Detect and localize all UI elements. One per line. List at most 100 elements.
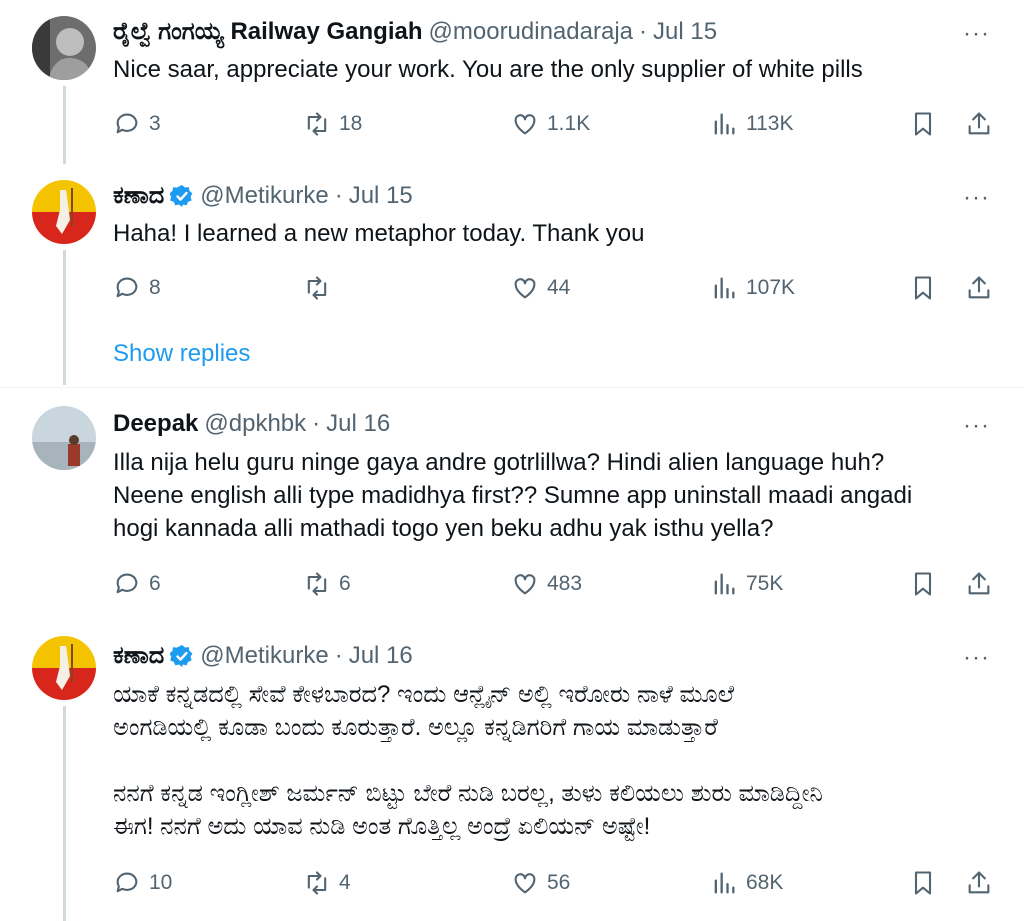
tweet-text: Illa nija helu guru ninge gaya andre got… — [113, 449, 913, 542]
reply-button[interactable]: 6 — [113, 568, 161, 600]
bookmark-icon — [914, 871, 932, 895]
separator: · — [334, 642, 343, 669]
share-icon — [968, 112, 990, 135]
views-icon — [714, 872, 735, 894]
views-button[interactable]: 107K — [710, 272, 795, 304]
user-handle[interactable]: @dpkhbk — [204, 410, 306, 438]
avatar[interactable] — [32, 406, 96, 470]
display-name[interactable]: ಕಣಾದ — [113, 642, 164, 670]
tweet-date[interactable]: Jul 16 — [326, 410, 390, 438]
like-count: 56 — [547, 871, 571, 894]
display-name[interactable]: ಕಣಾದ — [113, 182, 164, 210]
thread-line — [63, 250, 66, 385]
reply-button[interactable]: 8 — [113, 272, 161, 304]
tweet[interactable]: Deepak @dpkhbk · Jul 16 ··· Illa nija he… — [0, 388, 1024, 620]
tweet[interactable]: ಕಣಾದ @Metikurke · Jul 16 ··· ಯಾಕೆ ಕನ್ನಡದ… — [0, 620, 1024, 921]
bookmark-button[interactable] — [909, 272, 937, 304]
show-replies-link[interactable]: Show replies — [113, 340, 250, 368]
tweet[interactable]: ರೈಲ್ವೆ ಗಂಗಯ್ಯ Railway Gangiah @moorudina… — [0, 0, 1024, 164]
share-icon — [968, 276, 990, 299]
bookmark-button[interactable] — [909, 108, 937, 140]
verified-badge-icon — [170, 645, 193, 667]
views-button[interactable]: 113K — [710, 108, 794, 140]
reply-count: 10 — [149, 871, 173, 894]
tweet-text: ಯಾಕೆ ಕನ್ನಡದಲ್ಲಿ ಸೇವೆ ಕೇಳಬಾರದ? ಇಂದು ಆನ್ಲೈ… — [113, 681, 823, 840]
views-count: 107K — [746, 276, 796, 299]
retweet-icon — [307, 871, 327, 895]
separator: · — [334, 182, 343, 209]
thread-line — [63, 706, 66, 921]
retweet-button[interactable]: 18 — [303, 108, 362, 140]
tweet-text: Haha! I learned a new metaphor today. Th… — [113, 220, 645, 247]
like-icon — [514, 574, 536, 595]
retweet-button[interactable] — [303, 272, 339, 304]
like-count: 483 — [547, 572, 583, 595]
retweet-icon — [307, 112, 327, 136]
reply-icon — [116, 277, 138, 298]
retweet-icon — [307, 572, 327, 596]
retweet-count: 18 — [339, 112, 363, 135]
views-icon — [714, 277, 735, 299]
views-icon — [714, 113, 735, 135]
share-button[interactable] — [965, 568, 993, 600]
retweet-button[interactable]: 6 — [303, 568, 351, 600]
bookmark-button[interactable] — [909, 867, 937, 899]
thread-line — [63, 86, 66, 164]
user-handle[interactable]: @Metikurke — [200, 182, 328, 210]
bookmark-button[interactable] — [909, 568, 937, 600]
user-handle[interactable]: @Metikurke — [200, 642, 328, 670]
like-icon — [514, 278, 536, 299]
like-count: 44 — [547, 276, 571, 299]
separator: · — [639, 18, 647, 45]
tweet-actions: 3 18 1.1K 113K — [113, 108, 993, 140]
tweet-actions: 6 6 483 75K — [113, 568, 993, 600]
avatar[interactable] — [32, 180, 96, 244]
reply-button[interactable]: 10 — [113, 867, 172, 899]
reply-icon — [116, 872, 138, 893]
views-count: 75K — [746, 572, 784, 595]
verified-badge-icon — [170, 185, 193, 207]
like-icon — [514, 114, 536, 135]
more-icon[interactable]: ··· — [963, 186, 990, 210]
tweet-date[interactable]: Jul 15 — [653, 18, 717, 46]
share-button[interactable] — [965, 108, 993, 140]
reply-button[interactable]: 3 — [113, 108, 161, 140]
like-button[interactable]: 1.1K — [511, 108, 590, 140]
avatar[interactable] — [32, 636, 96, 700]
tweet-text: Nice saar, appreciate your work. You are… — [113, 56, 863, 83]
like-icon — [514, 873, 536, 894]
bookmark-icon — [914, 276, 932, 300]
like-button[interactable]: 56 — [511, 867, 570, 899]
separator: · — [312, 410, 321, 437]
display-name[interactable]: Deepak — [113, 410, 198, 438]
views-icon — [714, 573, 735, 595]
bookmark-icon — [914, 572, 932, 596]
retweet-count: 4 — [339, 871, 351, 894]
more-icon[interactable]: ··· — [963, 414, 990, 438]
retweet-icon — [307, 276, 327, 300]
share-button[interactable] — [965, 867, 993, 899]
tweet-date[interactable]: Jul 16 — [349, 642, 413, 670]
more-icon[interactable]: ··· — [963, 646, 990, 670]
user-handle[interactable]: @moorudinadaraja — [429, 18, 633, 46]
reply-icon — [116, 573, 138, 594]
bookmark-icon — [914, 112, 932, 136]
reply-icon — [116, 113, 138, 134]
retweet-button[interactable]: 4 — [303, 867, 351, 899]
reply-count: 6 — [149, 572, 161, 595]
like-button[interactable]: 483 — [511, 568, 582, 600]
like-button[interactable]: 44 — [511, 272, 570, 304]
retweet-count: 6 — [339, 572, 351, 595]
views-button[interactable]: 75K — [710, 568, 783, 600]
share-button[interactable] — [965, 272, 993, 304]
tweet-actions: 8 44 107K — [113, 272, 993, 304]
tweet[interactable]: ಕಣಾದ @Metikurke · Jul 15 ··· Haha! I lea… — [0, 160, 1024, 385]
more-icon[interactable]: ··· — [963, 22, 990, 46]
reply-count: 3 — [149, 112, 161, 135]
display-name[interactable]: ರೈಲ್ವೆ ಗಂಗಯ್ಯ Railway Gangiah — [113, 18, 423, 46]
tweet-actions: 10 4 56 68K — [113, 867, 993, 899]
avatar[interactable] — [32, 16, 96, 80]
share-icon — [968, 572, 990, 595]
tweet-date[interactable]: Jul 15 — [349, 182, 413, 210]
views-button[interactable]: 68K — [710, 867, 783, 899]
